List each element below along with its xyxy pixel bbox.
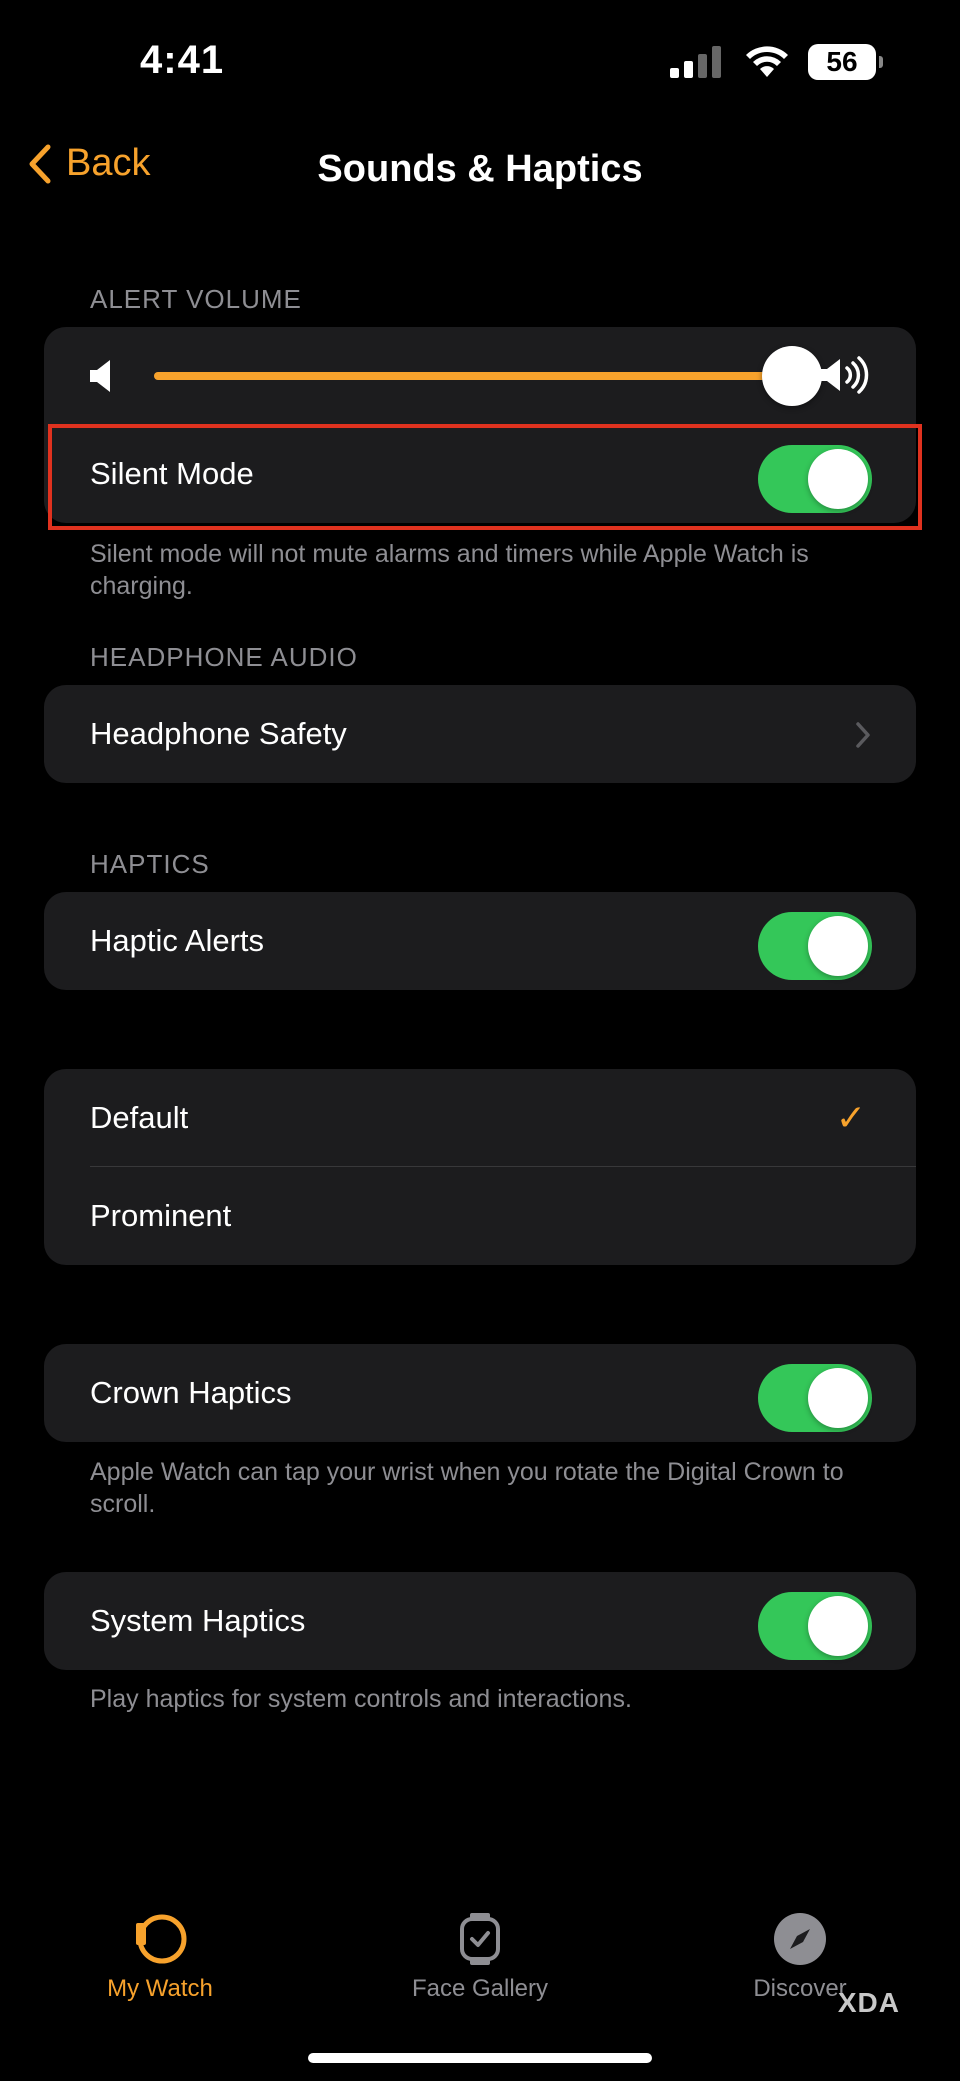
system-haptics-footnote: Play haptics for system controls and int… [90,1685,632,1713]
crown-haptics-footnote: Apple Watch can tap your wrist when you … [90,1458,844,1518]
xda-watermark: XDA [838,1987,900,2019]
silent-mode-toggle[interactable] [758,445,872,513]
watch-icon [136,1914,187,1964]
haptic-alerts-toggle[interactable] [758,912,872,980]
speaker-high-icon [820,356,869,394]
tab-bar: My Watch Face Gallery Discover XDA [0,1881,960,2081]
nav-bar: Back Sounds & Haptics [0,130,960,210]
system-haptics-row: System Haptics [44,1572,916,1670]
volume-slider-fill [154,372,793,380]
crown-haptics-toggle[interactable] [758,1364,872,1432]
haptic-option-prominent-label: Prominent [90,1198,232,1233]
speaker-low-icon [90,360,110,392]
home-indicator [308,2053,652,2063]
system-haptics-card: System Haptics [44,1572,916,1670]
headphone-safety-row[interactable]: Headphone Safety [44,685,916,783]
status-time: 4:41 [140,38,225,82]
volume-slider[interactable] [154,372,826,380]
battery-level: 56 [826,46,858,77]
haptics-header: HAPTICS [90,849,210,879]
wifi-icon [746,46,788,77]
crown-haptics-card: Crown Haptics [44,1344,916,1442]
watermark-text: XDA [837,1987,900,2018]
status-bar: 4:41 56 [0,0,960,120]
tab-face-gallery[interactable]: Face Gallery [360,1911,600,2003]
watch-face-icon [460,1913,500,1965]
status-icons: 56 [670,44,883,80]
page-title: Sounds & Haptics [317,148,643,190]
haptic-option-default-label: Default [90,1100,189,1135]
headphone-safety-label: Headphone Safety [90,716,347,751]
compass-icon [774,1913,826,1965]
tab-my-watch-label: My Watch [107,1975,213,2002]
haptic-alerts-card: Haptic Alerts [44,892,916,990]
tab-face-gallery-label: Face Gallery [411,1975,549,2002]
tab-my-watch[interactable]: My Watch [40,1911,280,2003]
headphone-audio-header: HEADPHONE AUDIO [90,642,358,672]
crown-haptics-row: Crown Haptics [44,1344,916,1442]
haptic-strength-card: Default ✓ Prominent [44,1069,916,1265]
haptic-alerts-row: Haptic Alerts [44,892,916,990]
cellular-signal-icon [670,46,721,78]
silent-mode-row: Silent Mode [44,425,916,523]
alert-volume-header: ALERT VOLUME [90,284,302,314]
volume-slider-row [44,327,916,425]
alert-volume-card: Silent Mode [44,327,916,523]
silent-mode-footnote: Silent mode will not mute alarms and tim… [90,540,809,600]
checkmark-icon: ✓ [835,1097,866,1138]
battery-icon: 56 [808,44,883,80]
chevron-right-icon [856,722,870,748]
haptic-option-prominent[interactable]: Prominent [44,1167,916,1265]
volume-slider-thumb[interactable] [762,346,823,406]
headphone-audio-card: Headphone Safety [44,685,916,783]
haptic-option-default[interactable]: Default ✓ [44,1069,916,1167]
system-haptics-toggle[interactable] [758,1592,872,1660]
